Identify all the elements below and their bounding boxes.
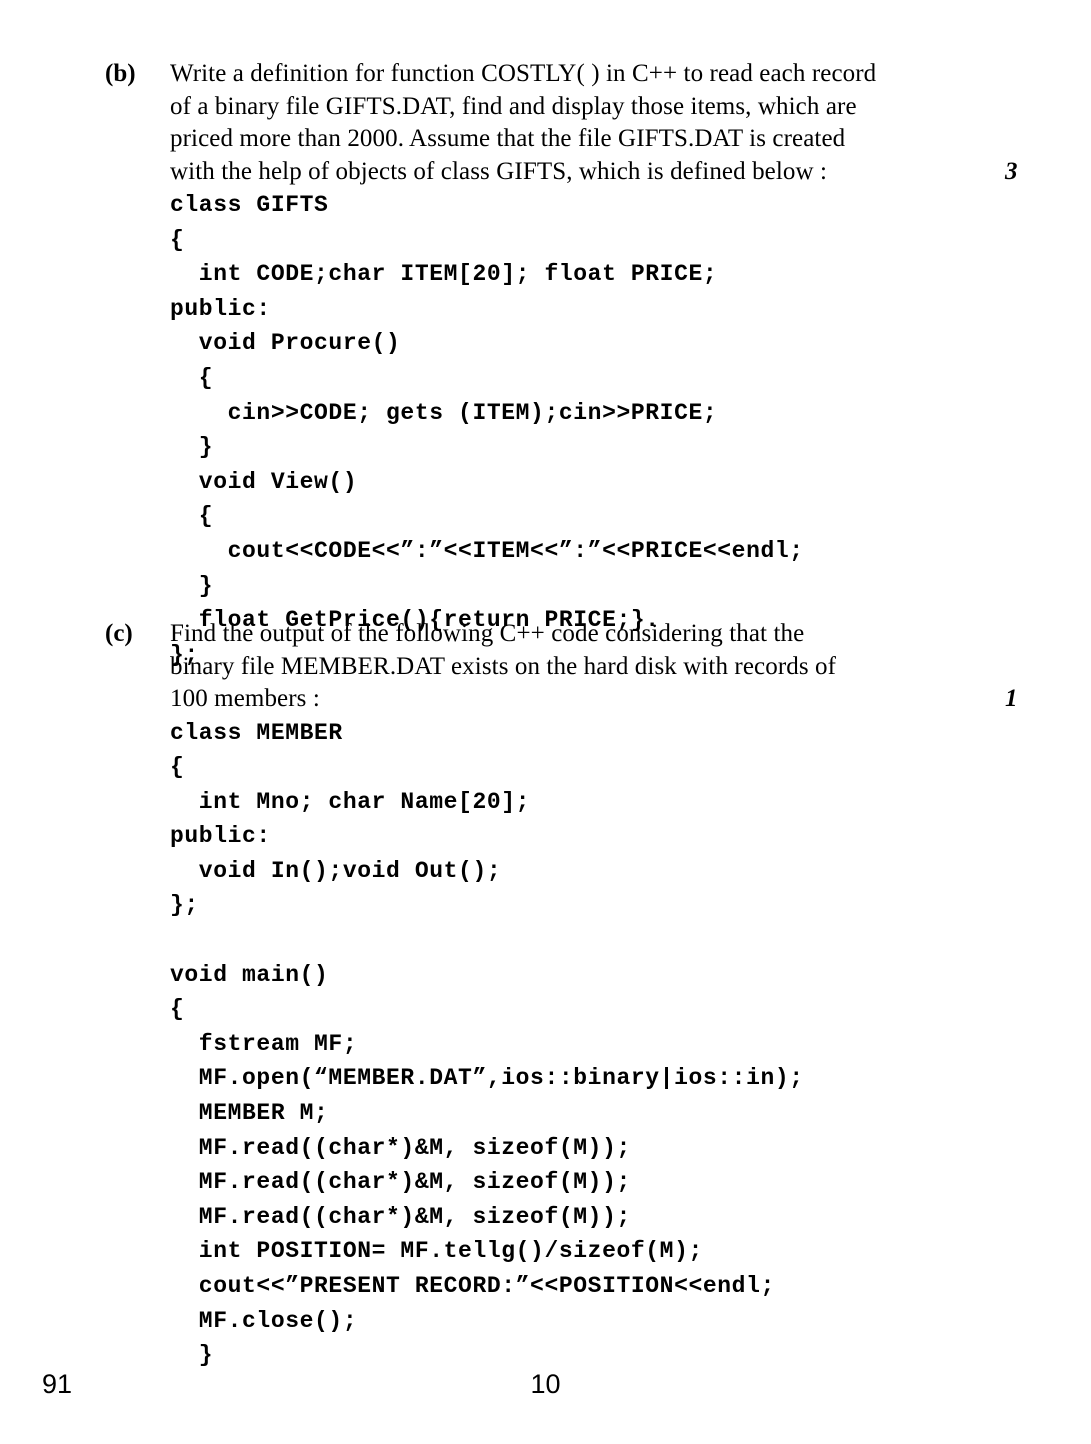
question-c-marks: 1 xyxy=(1005,685,1018,712)
question-c-body: Find the output of the following C++ cod… xyxy=(170,618,1018,1373)
code-line: cout<<”PRESENT RECORD:”<<POSITION<<endl; xyxy=(170,1273,775,1299)
code-line: MF.open(“MEMBER.DAT”,ios::binary|ios::in… xyxy=(170,1065,804,1092)
question-c: (c) Find the output of the following C++… xyxy=(90,618,1018,1373)
question-b-line-3: priced more than 2000. Assume that the f… xyxy=(170,125,846,152)
code-line: int CODE;char ITEM[20]; float PRICE; xyxy=(170,261,718,288)
code-line: { xyxy=(170,364,214,391)
code-line: }; xyxy=(170,892,199,919)
question-b-text: Write a definition for function COSTLY( … xyxy=(170,58,970,188)
code-line: public: xyxy=(170,823,271,850)
code-line: void View() xyxy=(170,468,358,495)
code-line: { xyxy=(170,226,185,253)
code-line: int POSITION= MF.tellg()/sizeof(M); xyxy=(170,1238,703,1265)
question-b-body: Write a definition for function COSTLY( … xyxy=(170,58,1018,672)
code-line: { xyxy=(170,754,185,781)
code-line: void In();void Out(); xyxy=(170,857,502,884)
question-b-line-2: of a binary file GIFTS.DAT, find and dis… xyxy=(170,92,857,120)
code-line: public: xyxy=(170,295,271,322)
question-b-line-1: Write a definition for function COSTLY( … xyxy=(170,60,877,87)
code-line: fstream MF; xyxy=(170,1030,358,1057)
question-b-label: (b) xyxy=(105,60,136,87)
code-line: MF.close(); xyxy=(170,1307,358,1334)
question-c-line-1: Find the output of the following C++ cod… xyxy=(170,620,805,647)
code-line: void Procure() xyxy=(170,330,401,357)
question-c-code: class MEMBER { int Mno; char Name[20]; pub… xyxy=(170,716,1010,1373)
question-c-label: (c) xyxy=(105,620,133,647)
question-b: (b) Write a definition for function COST… xyxy=(90,58,1018,672)
question-c-line-3: 100 members : xyxy=(170,685,320,712)
code-line: int Mno; char Name[20]; xyxy=(170,788,531,815)
code-line: } xyxy=(170,572,214,599)
code-line: MF.read((char*)&M, sizeof(M)); xyxy=(170,1203,631,1230)
question-b-code: class GIFTS { int CODE;char ITEM[20]; flo… xyxy=(170,188,1010,672)
code-line: { xyxy=(170,996,185,1023)
question-b-marks: 3 xyxy=(1005,157,1018,185)
code-line: MF.read((char*)&M, sizeof(M)); xyxy=(170,1134,631,1161)
code-line: class MEMBER xyxy=(170,719,343,746)
code-line: } xyxy=(170,434,214,461)
question-c-line-2: binary file MEMBER.DAT exists on the har… xyxy=(170,652,837,680)
page-number: 10 xyxy=(530,1369,561,1399)
code-line: MEMBER M; xyxy=(170,1100,329,1127)
code-line: cin>>CODE; gets (ITEM);cin>>PRICE; xyxy=(170,399,718,426)
code-line: void main() xyxy=(170,961,329,988)
code-line: cout<<CODE<<”:”<<ITEM<<”:”<<PRICE<<endl; xyxy=(170,537,804,564)
question-b-line-4: with the help of objects of class GIFTS,… xyxy=(170,157,828,185)
code-line: class GIFTS xyxy=(170,192,329,218)
code-line: MF.read((char*)&M, sizeof(M)); xyxy=(170,1169,631,1196)
code-line: { xyxy=(170,503,214,530)
exam-page: (b) Write a definition for function COST… xyxy=(0,0,1091,1444)
question-c-text: Find the output of the following C++ cod… xyxy=(170,618,970,716)
